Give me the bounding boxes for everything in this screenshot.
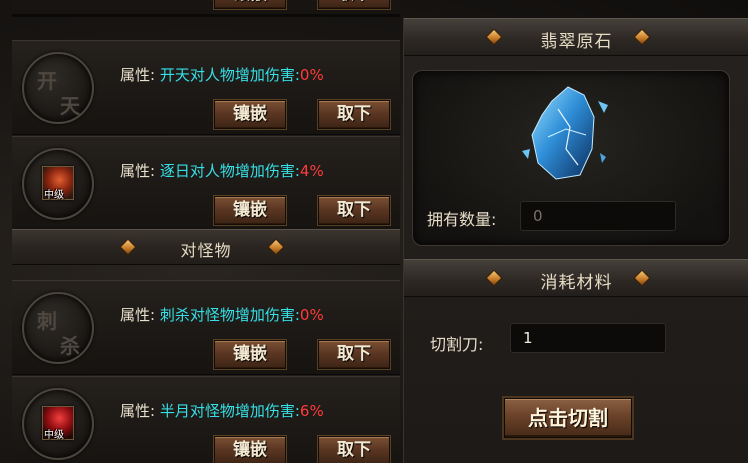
skill-name-char: 刺 (37, 309, 57, 333)
attribute-line: 属性: 半月对怪物增加伤害:6% (120, 400, 324, 421)
panel-title: 翡翠原石 (540, 32, 613, 52)
attr-label: 属性: (120, 162, 156, 180)
embed-button[interactable]: 镶嵌 (214, 100, 286, 129)
stone-display: 拥有数量: 0 (412, 70, 730, 246)
owned-count-label: 拥有数量: (427, 210, 497, 229)
list-item: 镶嵌 取下 (12, 0, 400, 15)
attribute-line: 属性: 开天对人物增加伤害:0% (120, 64, 324, 85)
list-item: 开 天 属性: 开天对人物增加伤害:0% 镶嵌 取下 (12, 40, 400, 135)
gem-level-tag: 中级 (44, 190, 64, 201)
list-item: 刺 杀 属性: 刺杀对怪物增加伤害:0% 镶嵌 取下 (12, 280, 400, 375)
panel-title: 消耗材料 (540, 273, 613, 293)
attr-value: 6% (299, 402, 324, 420)
cutting-knife-field: 1 (510, 323, 666, 353)
owned-count-field: 0 (520, 201, 676, 231)
attribute-line: 属性: 刺杀对怪物增加伤害:0% (120, 304, 324, 325)
consume-header: 消耗材料 (404, 259, 748, 297)
attr-label: 属性: (120, 402, 156, 420)
cutting-knife-label: 切割刀: (430, 335, 484, 354)
jade-raw-stone-icon (522, 86, 608, 180)
attr-value: 0% (299, 66, 324, 84)
skill-name-char: 杀 (60, 334, 80, 358)
remove-button[interactable]: 取下 (318, 196, 390, 225)
list-item: 中级 属性: 半月对怪物增加伤害:6% 镶嵌 取下 (12, 376, 400, 463)
remove-button[interactable]: 取下 (318, 436, 390, 463)
stone-header: 翡翠原石 (404, 18, 748, 56)
skill-name-char: 天 (60, 94, 80, 118)
section-title: 对怪物 (180, 241, 232, 260)
empty-gem-slot[interactable]: 开 天 (22, 52, 94, 124)
embed-button[interactable]: 镶嵌 (214, 340, 286, 369)
remove-button[interactable]: 取下 (318, 340, 390, 369)
gem-slot[interactable]: 中级 (22, 148, 94, 220)
gem-slot[interactable]: 中级 (22, 388, 94, 460)
skill-name-char: 开 (37, 69, 57, 93)
attr-label: 属性: (120, 306, 156, 324)
gem-embed-window: 镶嵌 取下 开 天 属性: 开天对人物增加伤害:0% 镶嵌 取下 中级 属性: (0, 0, 748, 463)
attr-text: 开天对人物增加伤害: (159, 66, 300, 84)
attr-text: 刺杀对怪物增加伤害: (159, 306, 300, 324)
attr-text: 半月对怪物增加伤害: (159, 402, 300, 420)
embed-button[interactable]: 镶嵌 (214, 196, 286, 225)
attr-value: 4% (299, 162, 324, 180)
cutting-panel: 翡翠原石 拥有数量: 0 消耗材料 切割刀: 1 点击切割 (403, 18, 748, 463)
empty-gem-slot[interactable]: 刺 杀 (22, 292, 94, 364)
remove-button[interactable]: 取下 (318, 100, 390, 129)
attr-label: 属性: (120, 66, 156, 84)
gem-level-tag: 中级 (44, 430, 64, 441)
embed-button[interactable]: 镶嵌 (214, 436, 286, 463)
attr-text: 逐日对人物增加伤害: (159, 162, 300, 180)
skill-gem-list: 镶嵌 取下 开 天 属性: 开天对人物增加伤害:0% 镶嵌 取下 中级 属性: (12, 0, 400, 463)
section-header-monster: 对怪物 (12, 229, 400, 265)
list-item: 中级 属性: 逐日对人物增加伤害:4% 镶嵌 取下 (12, 136, 400, 231)
attr-value: 0% (299, 306, 324, 324)
remove-button[interactable]: 取下 (318, 0, 390, 9)
attribute-line: 属性: 逐日对人物增加伤害:4% (120, 160, 324, 181)
cut-button[interactable]: 点击切割 (504, 398, 632, 438)
embed-button[interactable]: 镶嵌 (214, 0, 286, 9)
divider (12, 15, 400, 17)
